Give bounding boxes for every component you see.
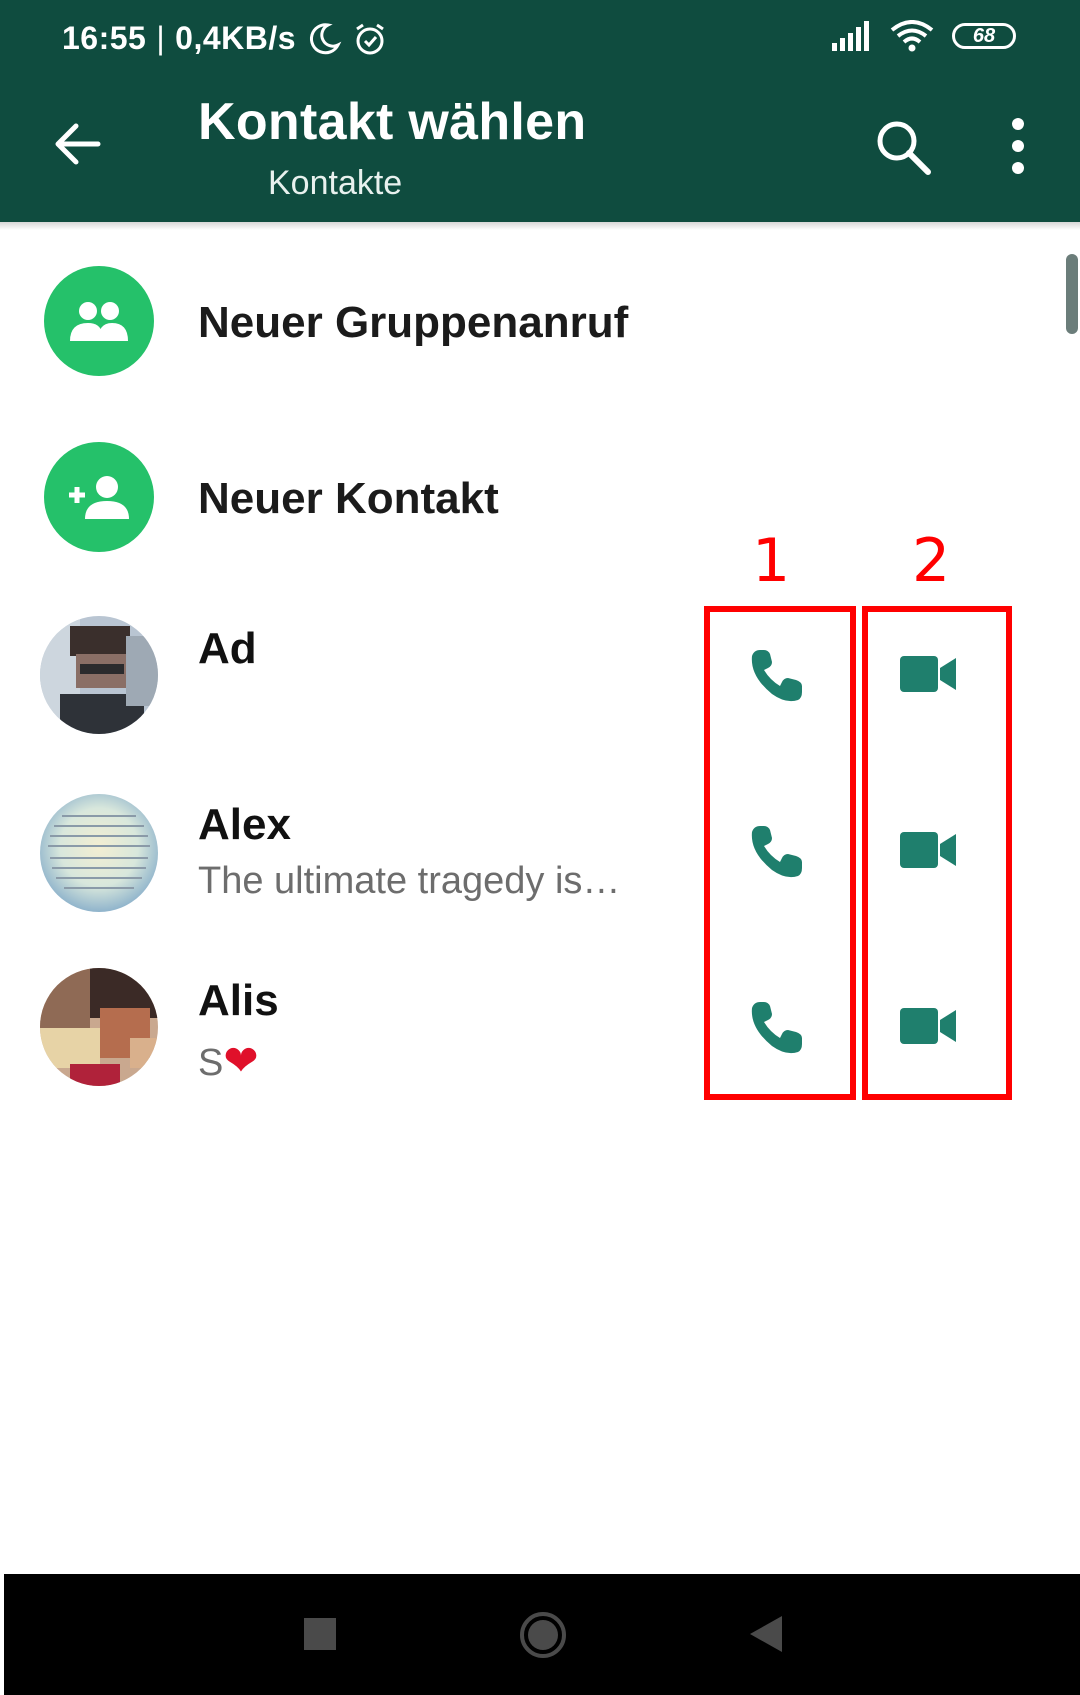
status-left: 16:55 | 0,4KB/s	[62, 20, 388, 57]
annotation-box-2	[862, 606, 1012, 1100]
home-icon[interactable]	[518, 1610, 568, 1660]
contact-name: Alis	[198, 976, 279, 1025]
back-nav-icon[interactable]	[746, 1614, 786, 1654]
avatar[interactable]	[40, 968, 158, 1086]
avatar[interactable]	[40, 616, 158, 734]
app-bar: Kontakt wählen Kontakte	[0, 68, 1080, 222]
new-group-call-label: Neuer Gruppenanruf	[198, 298, 629, 347]
battery-level: 68	[972, 24, 996, 47]
contact-status-text: S	[198, 1042, 224, 1084]
more-vert-icon[interactable]	[1000, 116, 1036, 176]
status-separator: |	[156, 20, 166, 56]
moon-icon	[310, 22, 342, 54]
annotation-label-1: 1	[752, 526, 791, 596]
app-bar-shadow	[0, 222, 1080, 230]
page-subtitle: Kontakte	[268, 164, 403, 202]
contact-status: The ultimate tragedy is…	[198, 860, 621, 902]
contact-name: Ad	[198, 624, 257, 673]
status-time: 16:55	[62, 20, 147, 56]
back-arrow-icon[interactable]	[50, 116, 106, 172]
screen: 16:55 | 0,4KB/s 68 Kontakt wählen Kontak…	[0, 0, 1080, 1695]
status-net-speed: 0,4KB/s	[175, 20, 297, 56]
new-contact-label: Neuer Kontakt	[198, 474, 499, 523]
status-bar: 16:55 | 0,4KB/s 68	[0, 0, 1080, 68]
avatar[interactable]	[40, 794, 158, 912]
add-person-icon	[44, 442, 154, 552]
annotation-label-2: 2	[912, 526, 951, 596]
status-right: 68	[830, 20, 1016, 52]
navigation-bar	[4, 1574, 1080, 1695]
new-group-call-row[interactable]: Neuer Gruppenanruf	[0, 234, 1080, 410]
alarm-icon	[356, 23, 384, 54]
page-title: Kontakt wählen	[198, 93, 587, 151]
battery-icon: 68	[952, 23, 1016, 49]
group-icon	[44, 266, 154, 376]
contact-name: Alex	[198, 800, 291, 849]
recents-icon[interactable]	[302, 1616, 338, 1652]
contact-status: S❤	[198, 1036, 259, 1085]
wifi-icon	[890, 20, 934, 52]
search-icon[interactable]	[874, 118, 932, 176]
annotation-box-1	[704, 606, 856, 1100]
heart-emoji: ❤	[223, 1037, 259, 1084]
signal-icon	[832, 21, 869, 51]
